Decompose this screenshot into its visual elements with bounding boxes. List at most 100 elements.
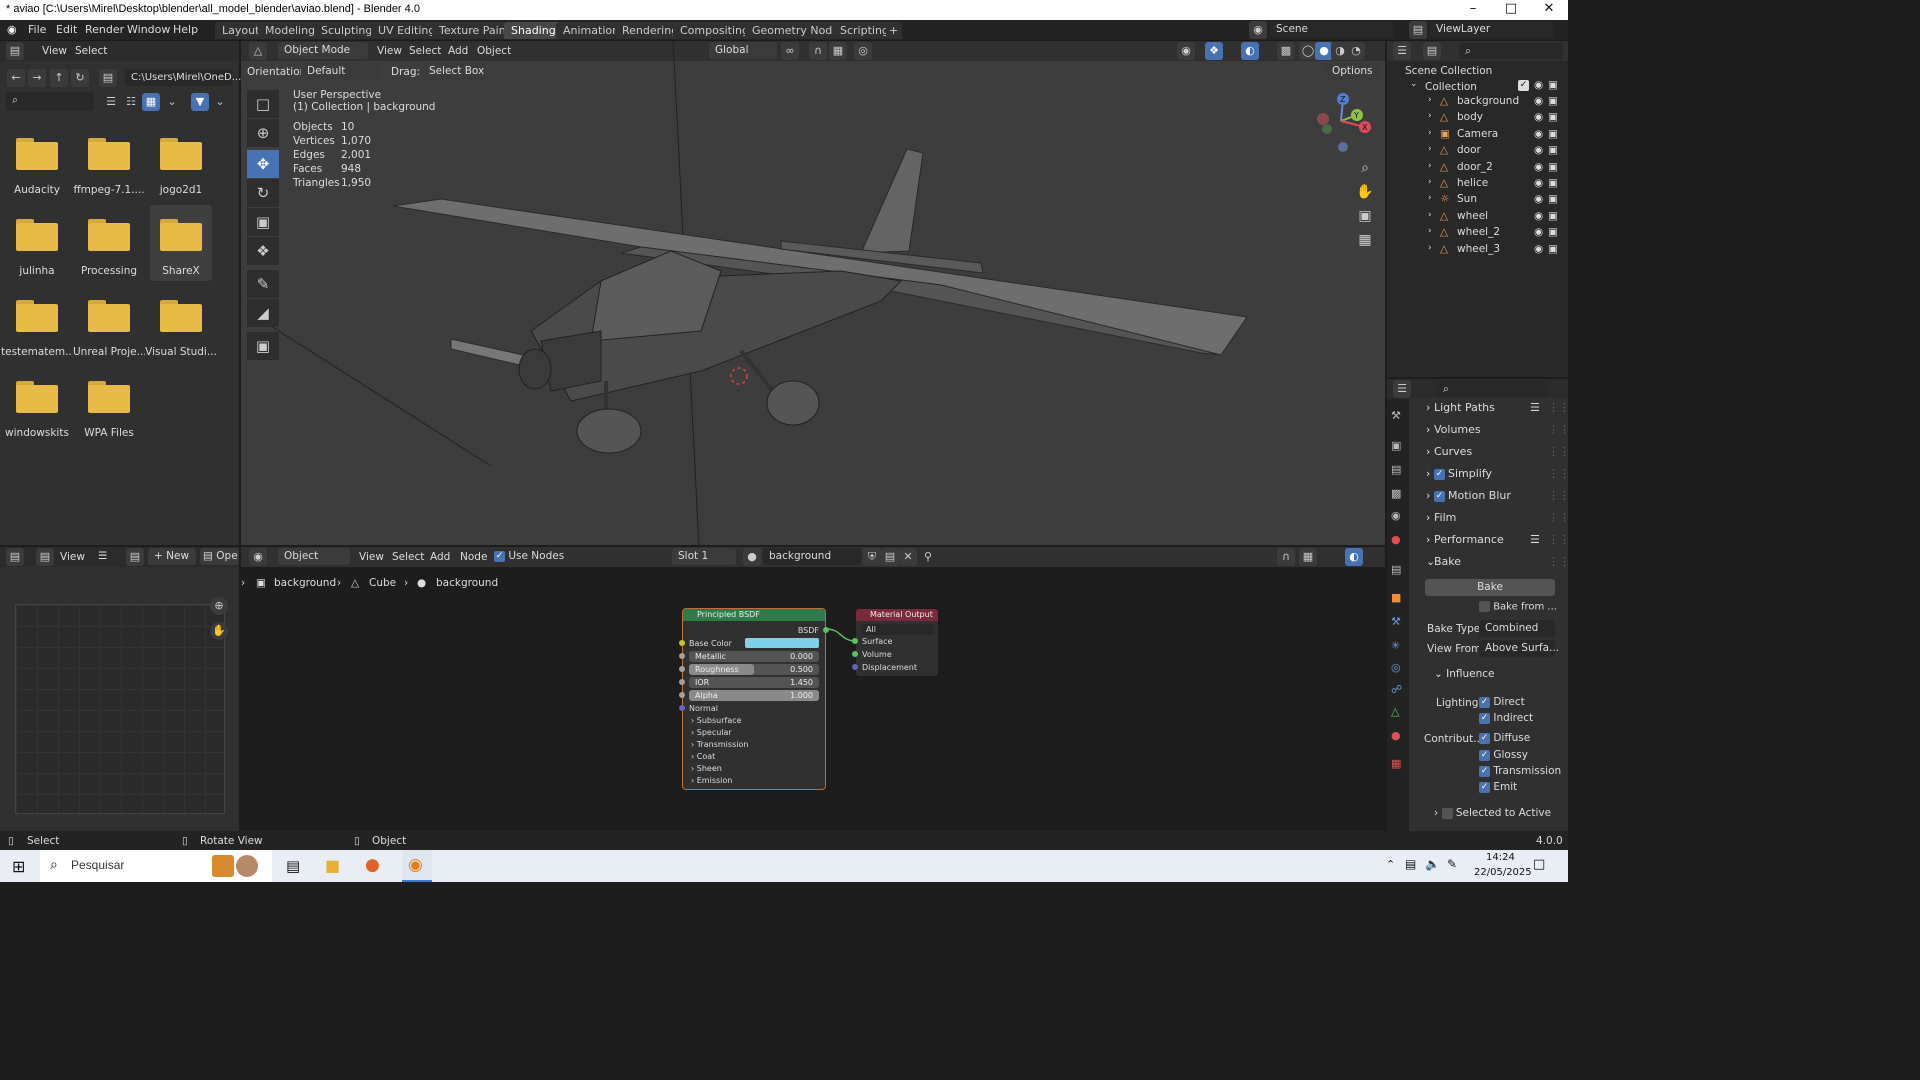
snap-grid-icon[interactable]: ▦ [1299, 548, 1317, 566]
bsdf-subpanel[interactable]: › Sheen [691, 764, 722, 773]
folder-icon[interactable] [88, 300, 130, 332]
list-horizontal-icon[interactable]: ☷ [122, 93, 140, 111]
eye-icon[interactable]: ◉ [1534, 128, 1543, 140]
tab-sculpting[interactable]: Sculpting [314, 22, 380, 39]
file-explorer-icon[interactable]: ■ [325, 856, 340, 875]
menu-help[interactable]: Help [173, 23, 198, 36]
modifier-tab-icon[interactable]: ⚒ [1391, 615, 1401, 628]
data-tab-icon[interactable]: △ [1391, 705, 1399, 718]
expand-arrow-icon[interactable]: › [1428, 226, 1432, 236]
bsdf-field-alpha[interactable]: Alpha 1.000 [689, 690, 819, 701]
firefox-icon[interactable]: ● [365, 855, 380, 875]
property-panel-header[interactable]: › Light Paths ☰ ⋮⋮ [1420, 398, 1570, 418]
material-name-field[interactable]: background [763, 548, 861, 565]
new-image-button[interactable]: + New [148, 548, 196, 565]
fb-search-input[interactable]: ⌕ [6, 92, 94, 111]
image-browse-icon[interactable]: ▤ [126, 548, 144, 566]
property-panel-header[interactable]: › Volumes ⋮⋮ [1420, 420, 1570, 440]
eye-icon[interactable]: ◉ [1534, 95, 1543, 107]
camera-render-icon[interactable]: ▣ [1548, 226, 1558, 238]
bsdf-field-ior[interactable]: IOR 1.450 [689, 677, 819, 688]
direct-checkbox[interactable]: ✓ Direct [1479, 696, 1525, 708]
outliner-item[interactable]: › △ wheel ◉ ▣ [1390, 210, 1562, 226]
windows-start-icon[interactable]: ⊞ [12, 857, 25, 876]
viewlayer-icon[interactable]: ▤ [1409, 21, 1427, 39]
base-color-swatch[interactable] [745, 638, 819, 648]
drag-handle-icon[interactable]: ⋮⋮ [1548, 530, 1570, 550]
camera-render-icon[interactable]: ▣ [1548, 79, 1558, 91]
transmission-checkbox[interactable]: ✓ Transmission [1479, 765, 1561, 777]
tab-modeling[interactable]: Modeling [258, 22, 323, 39]
folder-label[interactable]: WPA Files [73, 427, 145, 439]
tab-compositing[interactable]: Compositing [673, 22, 756, 39]
duplicate-material-icon[interactable]: ▤ [881, 548, 899, 566]
scene-selector[interactable]: Scene [1270, 21, 1394, 38]
folder-label[interactable]: windowskits [1, 427, 73, 439]
material-tab-icon[interactable]: ● [1391, 729, 1401, 742]
world-tab-icon[interactable]: ● [1391, 533, 1401, 546]
camera-render-icon[interactable]: ▣ [1548, 111, 1558, 123]
expand-toggle-icon[interactable]: ⌄ [1410, 79, 1418, 89]
path-field[interactable]: C:\Users\Mirel\OneD... [125, 69, 241, 86]
panel-enable-checkbox[interactable]: ✓ [1434, 464, 1445, 484]
object-tab-icon[interactable]: ■ [1391, 591, 1401, 604]
bake-type-dropdown[interactable]: Combined [1479, 620, 1555, 637]
expand-arrow-icon[interactable]: › [1428, 193, 1432, 203]
outliner-item[interactable]: › △ door_2 ◉ ▣ [1390, 161, 1562, 177]
blender-logo-icon[interactable]: ◉ [7, 23, 17, 36]
panel-presets-icon[interactable]: ☰ [1530, 530, 1540, 550]
folder-icon[interactable] [88, 381, 130, 413]
scene-icon[interactable]: ◉ [1249, 21, 1267, 39]
camera-render-icon[interactable]: ▣ [1548, 210, 1558, 222]
cursor-tool-icon[interactable]: ⊕ [247, 119, 279, 147]
view-from-dropdown[interactable]: Above Surfa... [1479, 640, 1559, 657]
scene-tab-icon[interactable]: ◉ [1391, 509, 1401, 522]
bsdf-subpanel[interactable]: › Coat [691, 752, 715, 761]
clock-date[interactable]: 22/05/2025 [1474, 867, 1532, 878]
scale-tool-icon[interactable]: ▣ [247, 208, 279, 236]
property-panel-header[interactable]: › Performance ☰ ⋮⋮ [1420, 530, 1570, 550]
volume-input-socket[interactable] [852, 651, 858, 657]
add-cube-tool-icon[interactable]: ▣ [247, 332, 279, 360]
camera-render-icon[interactable]: ▣ [1548, 161, 1558, 173]
folder-label[interactable]: Processing [73, 265, 145, 277]
drag-handle-icon[interactable]: ⋮⋮ [1548, 464, 1570, 484]
taskbar-search-box[interactable]: ⌕ Pesquisar [40, 850, 272, 882]
folder-icon[interactable] [160, 219, 202, 251]
bsdf-input-socket[interactable] [679, 679, 685, 685]
bsdf-subpanel[interactable]: › Transmission [691, 740, 748, 749]
view-layer-tab-icon[interactable]: ▩ [1391, 487, 1401, 500]
ie-menu-view[interactable]: View [60, 551, 85, 563]
emit-checkbox[interactable]: ✓ Emit [1479, 781, 1517, 793]
bake-from-checkbox[interactable]: Bake from ... [1479, 601, 1557, 613]
select-box-tool-icon[interactable]: □ [247, 90, 279, 118]
collection-tab-icon[interactable]: ▤ [1391, 563, 1401, 576]
camera-render-icon[interactable]: ▣ [1548, 128, 1558, 140]
pin-icon[interactable]: ⚲ [919, 548, 937, 566]
bsdf-input-socket[interactable] [679, 653, 685, 659]
camera-view-icon[interactable]: ▣ [1356, 207, 1374, 225]
image-editor-type-icon[interactable]: ▤ [6, 548, 24, 566]
physics-tab-icon[interactable]: ◎ [1391, 661, 1401, 674]
folder-icon[interactable] [16, 300, 58, 332]
expand-arrow-icon[interactable]: › [1428, 144, 1432, 154]
camera-render-icon[interactable]: ▣ [1548, 243, 1558, 255]
folder-icon[interactable] [160, 138, 202, 170]
forward-arrow-icon[interactable]: → [28, 69, 46, 87]
property-panel-header[interactable]: › ✓ Motion Blur ⋮⋮ [1420, 486, 1570, 506]
folder-icon[interactable] [16, 381, 58, 413]
editor-type-icon[interactable]: ▤ [6, 42, 24, 60]
outliner-editor-icon[interactable]: ☰ [1393, 42, 1411, 60]
notifications-icon[interactable]: □ [1533, 857, 1545, 872]
expand-arrow-icon[interactable]: › [1428, 161, 1432, 171]
outliner-item[interactable]: › △ helice ◉ ▣ [1390, 177, 1562, 193]
chevron-up-icon[interactable]: ⌃ [1386, 858, 1395, 871]
outliner-search-input[interactable]: ⌕ [1459, 43, 1563, 59]
material-browse-icon[interactable]: ● [743, 548, 761, 566]
output-target-dropdown[interactable]: All [862, 624, 934, 635]
properties-search-input[interactable]: ⌕ [1437, 381, 1547, 397]
outliner-item[interactable]: › ☼ Sun ◉ ▣ [1390, 193, 1562, 209]
back-arrow-icon[interactable]: ← [7, 69, 25, 87]
rotate-tool-icon[interactable]: ↻ [247, 179, 279, 207]
expand-arrow-icon[interactable]: › [1428, 95, 1432, 105]
